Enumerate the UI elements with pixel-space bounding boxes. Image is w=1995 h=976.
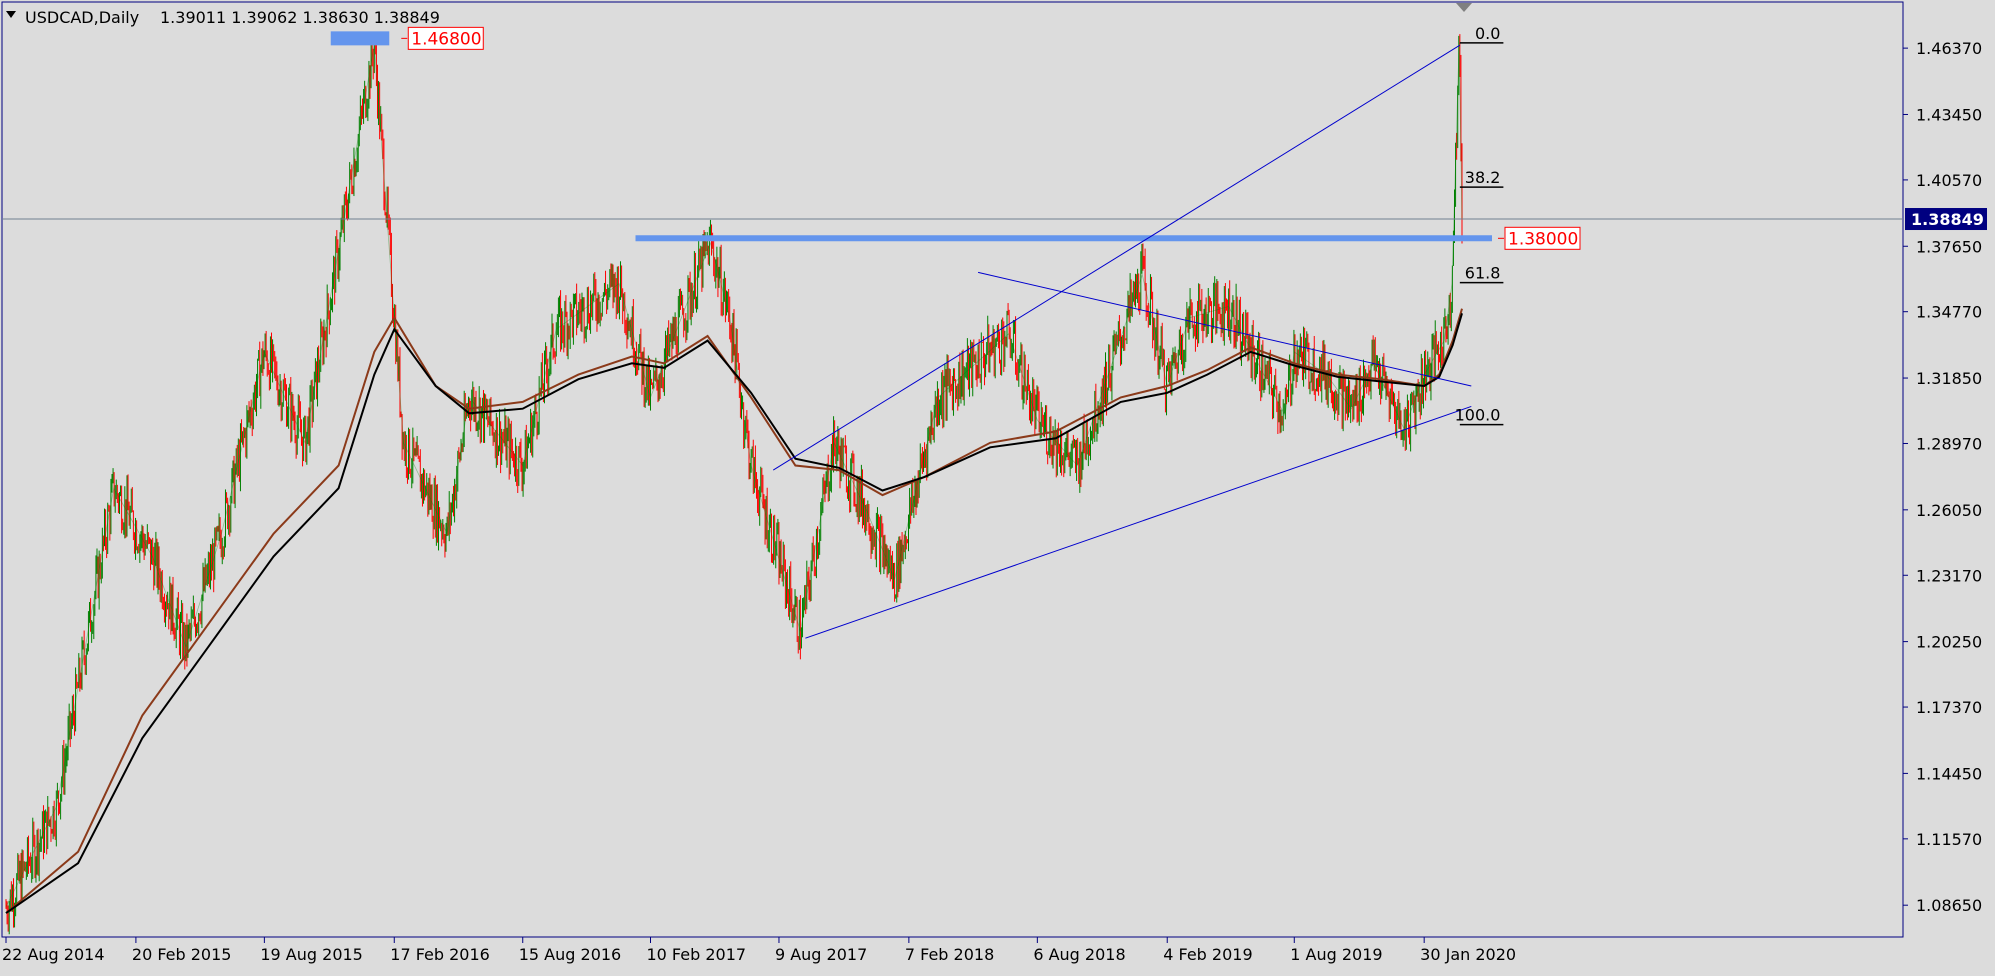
- plot-area-border: [1, 1, 1904, 938]
- y-tick-label: 1.14450: [1916, 764, 1982, 783]
- y-tick-label: 1.08650: [1916, 896, 1982, 915]
- x-tick-label: 15 Aug 2016: [519, 945, 622, 964]
- x-tick-label: 1 Aug 2019: [1290, 945, 1382, 964]
- y-tick-label: 1.11570: [1916, 830, 1982, 849]
- x-tick-label: 17 Feb 2016: [390, 945, 490, 964]
- chart-symbol: USDCAD,Daily: [25, 8, 139, 27]
- symbol-menu-icon[interactable]: [6, 11, 16, 18]
- y-tick-label: 1.37650: [1916, 237, 1982, 256]
- y-tick-label: 1.28970: [1916, 434, 1982, 453]
- chart-ohlc: 1.39011 1.39062 1.38630 1.38849: [160, 8, 440, 27]
- y-tick-label: 1.20250: [1916, 633, 1982, 652]
- ma-fast-line[interactable]: [5, 308, 1463, 914]
- x-tick-label: 9 Aug 2017: [775, 945, 867, 964]
- current-price-label: 1.38849: [1911, 210, 1984, 229]
- price-series-line: [5, 42, 1463, 907]
- ma-slow-line[interactable]: [5, 313, 1463, 914]
- fib-level-label: 61.8: [1465, 264, 1501, 283]
- x-tick-label: 20 Feb 2015: [132, 945, 232, 964]
- price-tag-label: 1.46800: [411, 29, 481, 49]
- resistance-level-bar[interactable]: [330, 31, 390, 46]
- y-tick-label: 1.31850: [1916, 369, 1982, 388]
- y-tick-label: 1.46370: [1916, 39, 1982, 58]
- y-tick-label: 1.40570: [1916, 171, 1982, 190]
- fib-level-label: 100.0: [1455, 406, 1501, 425]
- chart-shift-marker-icon[interactable]: [1456, 3, 1472, 12]
- fib-level-label: 0.0: [1475, 24, 1500, 43]
- y-tick-label: 1.43450: [1916, 105, 1982, 124]
- x-tick-label: 30 Jan 2020: [1420, 945, 1516, 964]
- price-chart[interactable]: 1.46800 1.38000 0.0 38.2 61.8 100.0 1.46370 1…: [0, 0, 1995, 972]
- x-tick-label: 4 Feb 2019: [1163, 945, 1252, 964]
- chart-window[interactable]: 1.46800 1.38000 0.0 38.2 61.8 100.0 1.46370 1…: [0, 0, 1995, 972]
- x-tick-label: 22 Aug 2014: [2, 945, 105, 964]
- fib-level-label: 38.2: [1465, 168, 1501, 187]
- x-tick-label: 7 Feb 2018: [905, 945, 994, 964]
- y-tick-label: 1.34770: [1916, 303, 1982, 322]
- price-tag-label: 1.38000: [1508, 229, 1578, 249]
- y-tick-label: 1.23170: [1916, 566, 1982, 585]
- trendline-2[interactable]: [805, 405, 1472, 639]
- x-tick-label: 10 Feb 2017: [646, 945, 746, 964]
- x-tick-label: 19 Aug 2015: [260, 945, 363, 964]
- y-tick-label: 1.26050: [1916, 501, 1982, 520]
- y-tick-label: 1.17370: [1916, 698, 1982, 717]
- x-tick-label: 6 Aug 2018: [1033, 945, 1125, 964]
